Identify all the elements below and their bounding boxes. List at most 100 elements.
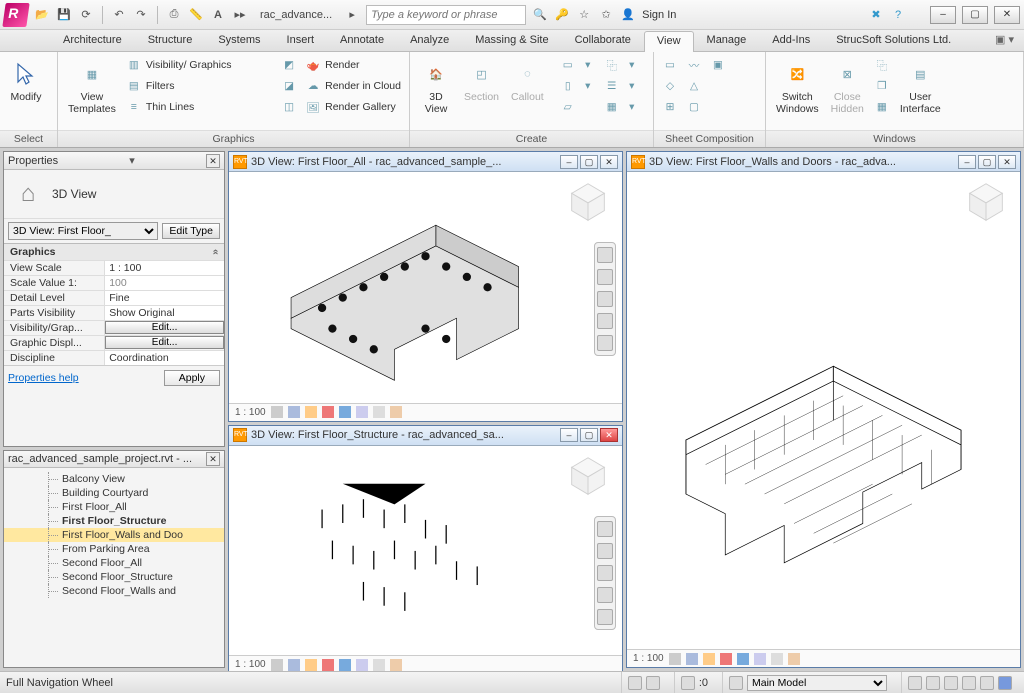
search-icon[interactable]: 🔍 <box>532 7 548 23</box>
shadow-icon[interactable] <box>322 406 334 418</box>
visual-style-icon[interactable] <box>288 406 300 418</box>
sunpath-icon[interactable] <box>305 406 317 418</box>
orbit-icon[interactable] <box>597 313 613 329</box>
tree-item[interactable]: First Floor_All <box>4 500 224 514</box>
tree-item[interactable]: From Parking Area <box>4 542 224 556</box>
favorite-icon[interactable]: ✩ <box>598 7 614 23</box>
view-scale[interactable]: 1 : 100 <box>235 407 266 418</box>
text-icon[interactable]: A <box>210 7 226 23</box>
callout-button[interactable]: ◌ Callout <box>507 56 548 106</box>
edit-vg-button[interactable]: Edit... <box>105 321 224 334</box>
visibility-graphics-button[interactable]: ▥Visibility/ Graphics <box>124 56 234 74</box>
select-links-icon[interactable] <box>908 676 922 690</box>
exchange-icon[interactable]: ✖ <box>868 7 884 23</box>
undo-icon[interactable]: ↶ <box>111 7 127 23</box>
view-scale[interactable]: 1 : 100 <box>633 653 664 664</box>
workset-icon[interactable] <box>628 676 642 690</box>
mdi-max-button[interactable]: ▢ <box>978 155 996 169</box>
active-workset-select[interactable]: Main Model <box>747 675 887 691</box>
small-icon-1[interactable]: ◩ <box>279 56 299 74</box>
tab-strucsoft[interactable]: StrucSoft Solutions Ltd. <box>823 30 964 51</box>
save-icon[interactable]: 💾 <box>56 7 72 23</box>
modify-button[interactable]: Modify <box>6 56 46 106</box>
tab-analyze[interactable]: Analyze <box>397 30 462 51</box>
crop-vis-icon[interactable] <box>356 406 368 418</box>
3d-canvas[interactable] <box>229 172 622 403</box>
section-button[interactable]: ◰ Section <box>460 56 503 106</box>
tab-architecture[interactable]: Architecture <box>50 30 135 51</box>
sheet-btn-1[interactable]: ▭ <box>660 56 680 74</box>
sheet-btn-2[interactable]: ◇ <box>660 77 680 95</box>
tab-manage[interactable]: Manage <box>694 30 760 51</box>
sync-icon[interactable]: ⟳ <box>78 7 94 23</box>
sheet-btn-4[interactable]: 〰 <box>684 56 704 74</box>
signin-link[interactable]: Sign In <box>642 9 676 21</box>
mdi-close-button[interactable]: ✕ <box>600 428 618 442</box>
render-cloud-button[interactable]: ☁Render in Cloud <box>303 77 403 95</box>
sheet-btn-3[interactable]: ⊞ <box>660 98 680 116</box>
elevation-button[interactable]: ▯▾ <box>558 77 598 95</box>
tab-structure[interactable]: Structure <box>135 30 206 51</box>
pan-icon[interactable] <box>597 269 613 285</box>
properties-filter-icon[interactable]: ▾ <box>124 153 140 169</box>
properties-close-button[interactable]: ✕ <box>206 154 220 168</box>
tab-annotate[interactable]: Annotate <box>327 30 397 51</box>
view-scale[interactable]: 1 : 100 <box>235 659 266 670</box>
mdi-max-button[interactable]: ▢ <box>580 155 598 169</box>
design-options-icon[interactable] <box>646 676 660 690</box>
edit-type-button[interactable]: Edit Type <box>162 223 220 239</box>
view-cube[interactable] <box>564 178 612 226</box>
edit-gd-button[interactable]: Edit... <box>105 336 224 349</box>
prop-val[interactable]: 1 : 100 <box>105 261 224 275</box>
close-hidden-button[interactable]: ⊠ Close Hidden <box>827 56 868 117</box>
redo-icon[interactable]: ↷ <box>133 7 149 23</box>
tree-item[interactable]: Second Floor_Walls and <box>4 584 224 598</box>
browser-tree[interactable]: Balcony View Building Courtyard First Fl… <box>4 468 224 667</box>
select-pinned-icon[interactable] <box>944 676 958 690</box>
filter-icon[interactable] <box>998 676 1012 690</box>
3d-canvas[interactable] <box>229 446 622 656</box>
view-templates-button[interactable]: ▦ View Templates <box>64 56 120 117</box>
tree-item[interactable]: Second Floor_All <box>4 556 224 570</box>
worksets-icon[interactable] <box>729 676 743 690</box>
tab-addins[interactable]: Add-Ins <box>759 30 823 51</box>
tree-item[interactable]: Second Floor_Structure <box>4 570 224 584</box>
look-icon[interactable] <box>597 335 613 351</box>
mdi-min-button[interactable]: – <box>560 155 578 169</box>
replicate-button[interactable]: ⿻ <box>872 56 892 74</box>
navigation-bar[interactable] <box>594 516 616 630</box>
sheet-btn-5[interactable]: △ <box>684 77 704 95</box>
mdi-max-button[interactable]: ▢ <box>580 428 598 442</box>
crop-icon[interactable] <box>339 406 351 418</box>
select-underlay-icon[interactable] <box>926 676 940 690</box>
schedules-button[interactable]: ▦▾ <box>602 98 642 116</box>
mdi-min-button[interactable]: – <box>958 155 976 169</box>
plan-views-button[interactable]: ▭▾ <box>558 56 598 74</box>
view-cube[interactable] <box>962 178 1010 226</box>
render-button[interactable]: 🫖Render <box>303 56 403 74</box>
tab-massing-site[interactable]: Massing & Site <box>462 30 561 51</box>
drag-icon[interactable] <box>980 676 994 690</box>
reveal-icon[interactable] <box>390 406 402 418</box>
thin-lines-button[interactable]: ≡Thin Lines <box>124 98 234 116</box>
help-icon[interactable]: ? <box>890 7 906 23</box>
ribbon-overflow-icon[interactable]: ▣ ▾ <box>985 30 1024 51</box>
filters-button[interactable]: ▤Filters <box>124 77 234 95</box>
help-search[interactable] <box>366 5 526 25</box>
navigation-bar[interactable] <box>594 242 616 356</box>
tab-collaborate[interactable]: Collaborate <box>562 30 644 51</box>
duplicate-button[interactable]: ⿻▾ <box>602 56 642 74</box>
apply-button[interactable]: Apply <box>164 370 220 386</box>
3d-view-button[interactable]: 🏠 3D View <box>416 56 456 117</box>
maximize-button[interactable]: ▢ <box>962 6 988 24</box>
tab-view[interactable]: View <box>644 31 694 52</box>
measure-icon[interactable]: 📏 <box>188 7 204 23</box>
key-icon[interactable]: 🔑 <box>554 7 570 23</box>
zoom-icon[interactable] <box>597 291 613 307</box>
cascade-button[interactable]: ❐ <box>872 77 892 95</box>
group-graphics[interactable]: Graphics <box>4 244 224 260</box>
close-button[interactable]: ✕ <box>994 6 1020 24</box>
open-icon[interactable]: 📂 <box>34 7 50 23</box>
tree-item[interactable]: First Floor_Structure <box>4 514 224 528</box>
browser-close-button[interactable]: ✕ <box>206 452 220 466</box>
